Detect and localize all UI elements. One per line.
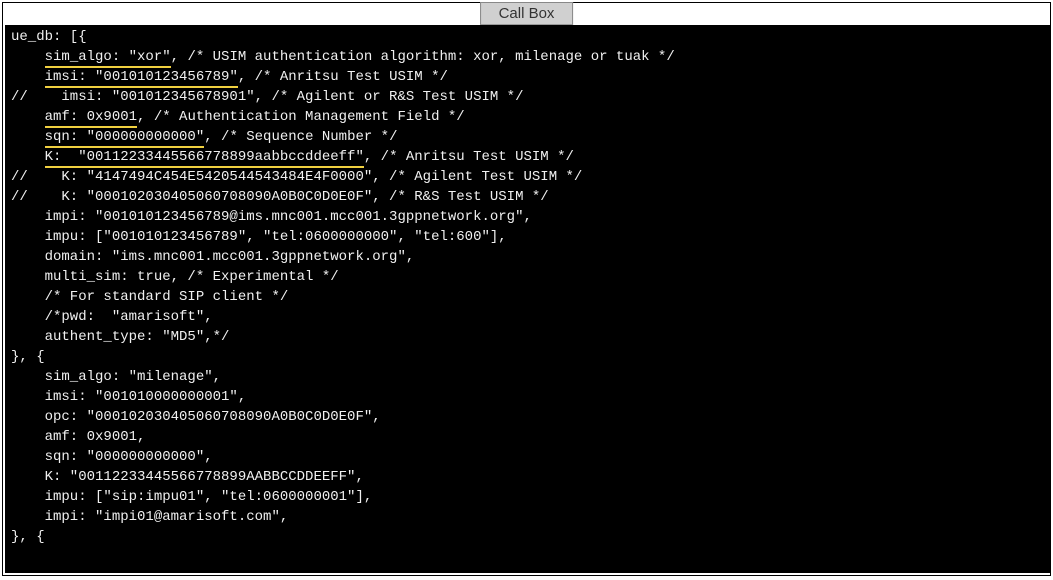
highlight-sqn: sqn: "000000000000" [45,129,205,148]
highlight-imsi: imsi: "001010123456789" [45,69,238,88]
code-line: sqn: "000000000000", /* Sequence Number … [11,127,1044,147]
code-line: // K: "000102030405060708090A0B0C0D0E0F"… [11,187,1044,207]
code-line: ue_db: [{ [11,27,1044,47]
code-line: multi_sim: true, /* Experimental */ [11,267,1044,287]
code-line: sim_algo: "xor", /* USIM authentication … [11,47,1044,67]
code-line: /* For standard SIP client */ [11,287,1044,307]
code-line: opc: "000102030405060708090A0B0C0D0E0F", [11,407,1044,427]
code-line: // K: "4147494C454E5420544543484E4F0000"… [11,167,1044,187]
code-line: impu: ["sip:impu01", "tel:0600000001"], [11,487,1044,507]
code-line: /*pwd: "amarisoft", [11,307,1044,327]
code-line: K: "00112233445566778899aabbccddeeff", /… [11,147,1044,167]
highlight-amf: amf: 0x9001 [45,109,137,128]
code-line: sim_algo: "milenage", [11,367,1044,387]
code-line: impu: ["001010123456789", "tel:060000000… [11,227,1044,247]
terminal-code-view[interactable]: ue_db: [{ sim_algo: "xor", /* USIM authe… [5,25,1050,573]
code-line: amf: 0x9001, [11,427,1044,447]
code-line: K: "00112233445566778899AABBCCDDEEFF", [11,467,1044,487]
code-line: imsi: "001010123456789", /* Anritsu Test… [11,67,1044,87]
tab-label: Call Box [499,5,555,22]
code-line: }, { [11,527,1044,547]
code-line: impi: "impi01@amarisoft.com", [11,507,1044,527]
highlight-k: K: "00112233445566778899aabbccddeeff" [45,149,364,168]
code-line: sqn: "000000000000", [11,447,1044,467]
code-line: amf: 0x9001, /* Authentication Managemen… [11,107,1044,127]
call-box-tab[interactable]: Call Box [480,2,574,25]
code-line: domain: "ims.mnc001.mcc001.3gppnetwork.o… [11,247,1044,267]
code-line: imsi: "001010000000001", [11,387,1044,407]
code-line: }, { [11,347,1044,367]
highlight-sim-algo: sim_algo: "xor" [45,49,171,68]
code-line: impi: "001010123456789@ims.mnc001.mcc001… [11,207,1044,227]
window-frame: Call Box ue_db: [{ sim_algo: "xor", /* U… [2,2,1051,576]
code-line: authent_type: "MD5",*/ [11,327,1044,347]
code-line: // imsi: "001012345678901", /* Agilent o… [11,87,1044,107]
